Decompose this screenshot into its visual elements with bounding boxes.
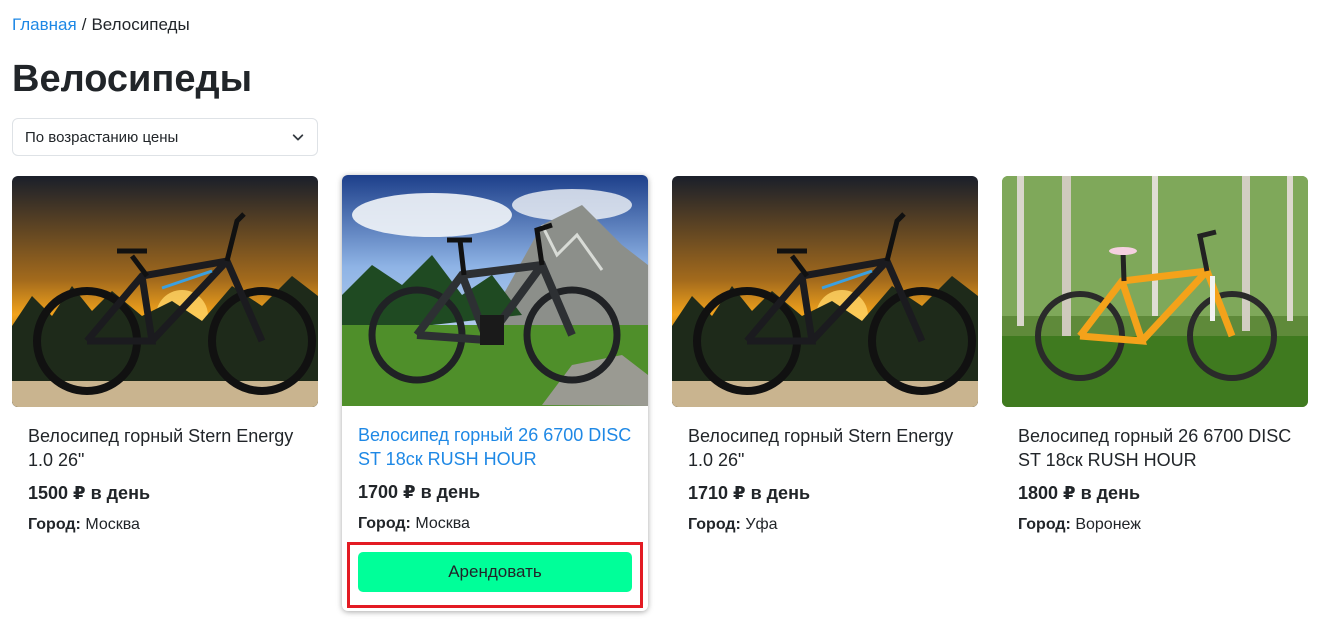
page-title: Велосипеды xyxy=(12,58,253,100)
product-image[interactable] xyxy=(12,176,318,407)
product-name[interactable]: Велосипед горный Stern Energy 1.0 26" xyxy=(688,424,962,472)
city-value: Воронеж xyxy=(1075,516,1141,533)
product-city: Город: Воронеж xyxy=(1018,514,1292,536)
product-card[interactable]: Велосипед горный Stern Energy 1.0 26" 17… xyxy=(672,176,978,536)
product-price: 1500 ₽ в день xyxy=(28,483,151,503)
product-city: Город: Уфа xyxy=(688,514,962,536)
product-name[interactable]: Велосипед горный Stern Energy 1.0 26" xyxy=(28,424,302,472)
page: Главная / Велосипеды Велосипеды По возраст… xyxy=(0,0,1323,619)
breadcrumb-home-link[interactable]: Главная xyxy=(12,15,77,34)
chevron-down-icon xyxy=(292,134,304,141)
city-value: Москва xyxy=(85,516,140,533)
city-value: Москва xyxy=(415,515,470,532)
product-image[interactable] xyxy=(672,176,978,407)
product-card[interactable]: Велосипед горный 26 6700 DISC ST 18ск RU… xyxy=(1002,176,1308,536)
city-label: Город: xyxy=(1018,516,1071,533)
product-image[interactable] xyxy=(342,175,648,406)
sort-selected-value: По возрастанию цены xyxy=(25,128,179,146)
breadcrumb-separator: / xyxy=(81,15,87,34)
breadcrumb-current: Велосипеды xyxy=(91,15,190,34)
product-image[interactable] xyxy=(1002,176,1308,407)
city-label: Город: xyxy=(358,515,411,532)
product-city: Город: Москва xyxy=(28,514,302,536)
product-name[interactable]: Велосипед горный 26 6700 DISC ST 18ск RU… xyxy=(1018,424,1292,472)
product-price: 1800 ₽ в день xyxy=(1018,483,1141,503)
rent-button-highlight: Арендовать xyxy=(347,542,643,608)
sort-select[interactable]: По возрастанию цены xyxy=(12,118,318,156)
rent-button[interactable]: Арендовать xyxy=(358,552,632,592)
breadcrumb: Главная / Велосипеды xyxy=(12,14,190,36)
product-card[interactable]: Велосипед горный Stern Energy 1.0 26" 15… xyxy=(12,176,318,536)
city-value: Уфа xyxy=(745,516,778,533)
product-price: 1710 ₽ в день xyxy=(688,483,811,503)
product-city: Город: Москва xyxy=(358,513,632,535)
product-name[interactable]: Велосипед горный 26 6700 DISC ST 18ск RU… xyxy=(358,423,632,471)
product-price: 1700 ₽ в день xyxy=(358,482,481,502)
city-label: Город: xyxy=(688,516,741,533)
city-label: Город: xyxy=(28,516,81,533)
product-card-highlighted[interactable]: Велосипед горный 26 6700 DISC ST 18ск RU… xyxy=(342,175,648,611)
